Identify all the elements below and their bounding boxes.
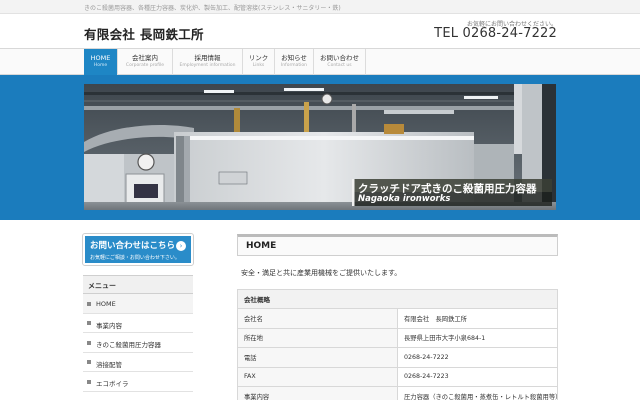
row-value: 0268-24-7222: [397, 347, 558, 368]
nav-sublabel: Corporate profile: [125, 63, 165, 68]
sidebar-item-label: エコボイラ: [96, 380, 129, 388]
table-row: 電話 0268-24-7222: [237, 347, 558, 368]
nav-label: お知らせ: [281, 54, 307, 62]
bullet-icon: [87, 301, 91, 306]
contact-banner-title: お問い合わせはこちら: [90, 241, 176, 251]
company-info-table: 会社概略 会社名 有限会社 長岡鉄工所 所在地 長野県上田市大字小泉684-1 …: [237, 289, 558, 400]
intro-text: 安全・満足と共に産業用機械をご提供いたします。: [241, 269, 402, 277]
table-row: 会社名 有限会社 長岡鉄工所: [237, 308, 558, 329]
row-label: 所在地: [237, 327, 398, 348]
row-label: 電話: [237, 347, 398, 368]
row-value: 長野県上田市大字小泉684-1: [397, 327, 558, 348]
sidebar-item-welding[interactable]: 溶接配管: [83, 353, 193, 372]
table-row: 所在地 長野県上田市大字小泉684-1: [237, 327, 558, 348]
nav-sublabel: Home: [93, 63, 108, 68]
nav-contact[interactable]: お問い合わせ Contact us: [314, 49, 366, 75]
row-value: 0268-24-7223: [397, 366, 558, 387]
row-label: 事業内容: [237, 386, 398, 400]
bullet-icon: [87, 340, 91, 345]
sidebar-item-eco-boiler[interactable]: エコボイラ: [83, 372, 193, 392]
nav-sublabel: Information: [280, 63, 308, 68]
chevron-right-icon: ›: [176, 241, 186, 251]
site-tagline: きのこ殺菌用容器、各種圧力容器、炭化炉、製缶加工、配管溶接(ステンレス・サニタリ…: [84, 5, 341, 12]
sidebar-item-label: 事業内容: [96, 321, 122, 330]
page-title: HOME: [237, 234, 558, 256]
bullet-icon: [87, 321, 91, 325]
nav-sublabel: Links: [252, 63, 265, 68]
sidebar: お問い合わせはこちら お気軽にご相談・お問い合わせ下さい。 › メニュー HOM…: [82, 233, 194, 392]
table-row: FAX 0268-24-7223: [237, 366, 558, 387]
nav-label: HOME: [90, 54, 111, 62]
table-row: 事業内容 圧力容器（きのこ殺菌用・蒸煮缶・レトルト殺菌用等）、製缶類（穀物サイロ…: [237, 386, 558, 400]
global-nav: HOME Home 会社案内 Corporate profile 採用情報 Em…: [0, 48, 640, 75]
row-value: 有限会社 長岡鉄工所: [397, 308, 558, 329]
nav-recruit[interactable]: 採用情報 Employment information: [173, 49, 243, 75]
row-label: FAX: [237, 366, 398, 387]
menu-heading: メニュー: [83, 275, 193, 294]
sidebar-item-home[interactable]: HOME: [83, 294, 193, 314]
sidebar-item-label: 溶接配管: [96, 360, 122, 369]
bullet-icon: [87, 360, 91, 364]
sidebar-item-label: きのこ殺菌用圧力容器: [96, 341, 161, 349]
hero-caption-subtitle: Nagaoka ironworks: [358, 194, 451, 204]
nav-links[interactable]: リンク Links: [243, 49, 275, 75]
nav-label: 会社案内: [132, 54, 158, 62]
nav-label: 採用情報: [194, 54, 221, 62]
bullet-icon: [87, 379, 91, 384]
nav-home[interactable]: HOME Home: [84, 49, 118, 75]
contact-banner-subtitle: お気軽にご相談・お問い合わせ下さい。: [90, 255, 180, 261]
row-label: 会社名: [237, 308, 398, 329]
site-header: 有限会社 長岡鉄工所 お気軽にお問い合わせください。 TEL 0268-24-7…: [0, 14, 640, 48]
contact-banner[interactable]: お問い合わせはこちら お気軽にご相談・お問い合わせ下さい。 ›: [82, 233, 194, 266]
nav-label: リンク: [248, 54, 269, 62]
top-bar: きのこ殺菌用容器、各種圧力容器、炭化炉、製缶加工、配管溶接(ステンレス・サニタリ…: [0, 0, 640, 14]
hero-caption: クラッチドア式きのこ殺菌用圧力容器 Nagaoka ironworks: [352, 179, 552, 206]
sidebar-item-business[interactable]: 事業内容: [83, 314, 193, 333]
main-content: HOME 安全・満足と共に産業用機械をご提供いたします。 会社概略 会社名 有限…: [237, 234, 558, 400]
phone-number: TEL 0268-24-7222: [434, 26, 557, 41]
row-value: 圧力容器（きのこ殺菌用・蒸煮缶・レトルト殺菌用等）、製缶類（穀物サイロ・貯留タン…: [397, 386, 558, 400]
nav-company[interactable]: 会社案内 Corporate profile: [118, 49, 173, 75]
site-title[interactable]: 有限会社 長岡鉄工所: [84, 24, 204, 43]
sidebar-item-label: HOME: [96, 300, 116, 308]
nav-label: お問い合わせ: [320, 54, 359, 62]
table-caption: 会社概略: [237, 289, 558, 309]
nav-sublabel: Employment information: [179, 63, 236, 68]
nav-sublabel: Contact us: [327, 63, 352, 68]
nav-information[interactable]: お知らせ Information: [275, 49, 314, 75]
sidebar-item-pressure-vessel[interactable]: きのこ殺菌用圧力容器: [83, 333, 193, 353]
